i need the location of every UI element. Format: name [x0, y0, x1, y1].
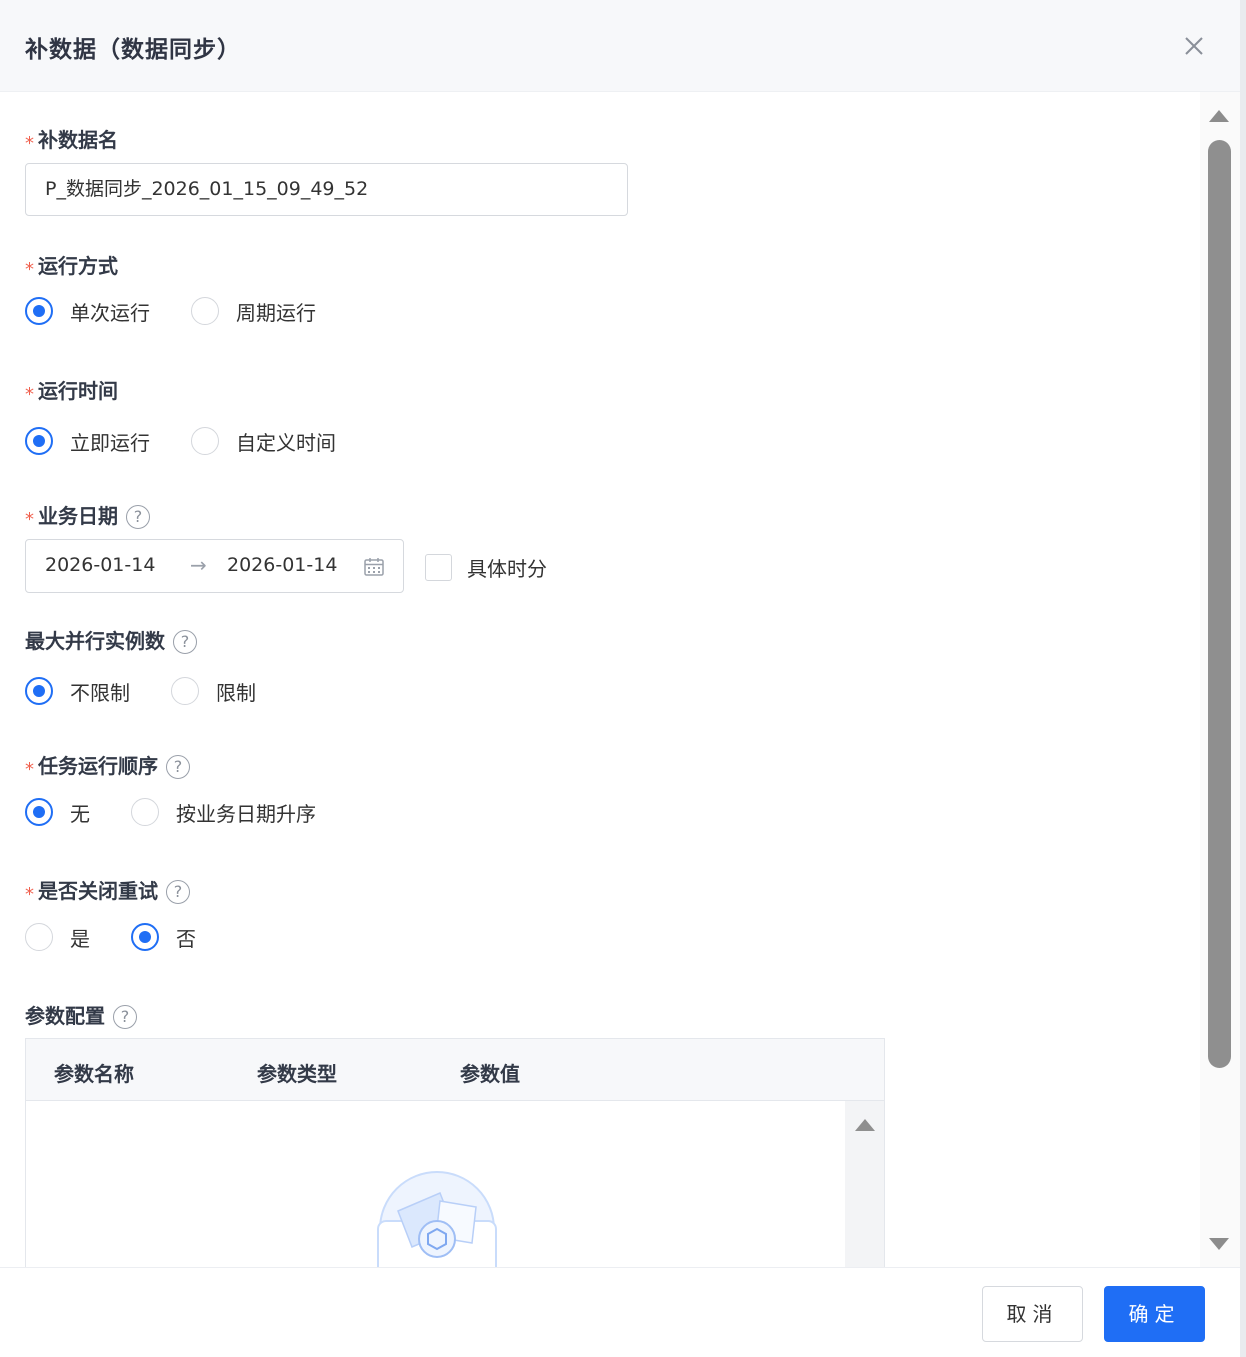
dialog-scrollbar[interactable]: [1200, 92, 1240, 1267]
radio-dot[interactable]: [25, 297, 53, 325]
close-icon[interactable]: [1180, 32, 1208, 60]
radio-dot[interactable]: [191, 427, 219, 455]
help-icon[interactable]: ?: [126, 505, 150, 529]
run-mode-radio-group: 单次运行 周期运行: [25, 296, 316, 326]
business-date-range-picker[interactable]: 2026-01-14 → 2026-01-14: [25, 539, 404, 593]
radio-dot[interactable]: [25, 923, 53, 951]
help-icon[interactable]: ?: [113, 1005, 137, 1029]
label-text: 业务日期: [38, 504, 118, 528]
scroll-up-arrow-icon[interactable]: [855, 1119, 875, 1131]
radio-label: 是: [70, 926, 90, 951]
label-text: 任务运行顺序: [38, 754, 158, 778]
required-mark: *: [25, 509, 34, 530]
radio-dot[interactable]: [25, 677, 53, 705]
radio-label: 自定义时间: [236, 430, 336, 455]
dialog-footer: 取消 确定: [0, 1267, 1240, 1357]
close-retry-radio-group: 是 否: [25, 922, 196, 952]
scrollbar-thumb[interactable]: [1208, 140, 1231, 1068]
radio-limited[interactable]: 限制: [171, 677, 256, 706]
field-label-run-mode: * 运行方式: [25, 250, 118, 280]
radio-none[interactable]: 无: [25, 798, 90, 827]
label-text: 运行时间: [38, 379, 118, 403]
label-text: 最大并行实例数: [25, 629, 165, 653]
required-mark: *: [25, 259, 34, 280]
radio-dot[interactable]: [25, 798, 53, 826]
radio-label: 立即运行: [70, 430, 150, 455]
table-header: 参数名称 参数类型 参数值: [26, 1039, 884, 1101]
arrow-right-icon: →: [190, 553, 207, 577]
field-label-run-time: * 运行时间: [25, 375, 118, 405]
field-label-business-date: * 业务日期?: [25, 500, 150, 530]
params-table: 参数名称 参数类型 参数值: [25, 1038, 885, 1267]
required-mark: *: [25, 759, 34, 780]
radio-by-date-asc[interactable]: 按业务日期升序: [131, 798, 316, 827]
radio-single-run[interactable]: 单次运行: [25, 297, 150, 326]
help-icon[interactable]: ?: [173, 630, 197, 654]
start-date[interactable]: 2026-01-14: [45, 554, 155, 576]
radio-label: 限制: [216, 680, 256, 705]
radio-yes[interactable]: 是: [25, 923, 90, 952]
radio-label: 周期运行: [236, 300, 316, 325]
field-label-params: 参数配置?: [25, 1000, 137, 1029]
dialog-header: 补数据（数据同步）: [0, 0, 1240, 92]
radio-dot[interactable]: [191, 297, 219, 325]
field-label-max-parallel: 最大并行实例数?: [25, 625, 197, 654]
label-text: 运行方式: [38, 254, 118, 278]
radio-dot[interactable]: [131, 798, 159, 826]
column-header: 参数名称: [54, 1062, 134, 1086]
max-parallel-radio-group: 不限制 限制: [25, 676, 256, 706]
calendar-icon[interactable]: [363, 556, 385, 578]
radio-label: 按业务日期升序: [176, 801, 316, 826]
dialog-title: 补数据（数据同步）: [25, 37, 241, 63]
table-scrollbar[interactable]: [845, 1101, 884, 1267]
specific-time-label: 具体时分: [467, 557, 547, 581]
end-date[interactable]: 2026-01-14: [227, 554, 337, 576]
label-text: 是否关闭重试: [38, 879, 158, 903]
help-icon[interactable]: ?: [166, 880, 190, 904]
required-mark: *: [25, 884, 34, 905]
column-header: 参数值: [460, 1062, 520, 1086]
help-icon[interactable]: ?: [166, 755, 190, 779]
label-text: 补数据名: [38, 128, 118, 152]
specific-time-checkbox[interactable]: [425, 554, 452, 581]
column-header: 参数类型: [257, 1062, 337, 1086]
radio-dot[interactable]: [171, 677, 199, 705]
label-text: 参数配置: [25, 1004, 105, 1028]
run-time-radio-group: 立即运行 自定义时间: [25, 426, 336, 456]
dialog-body: * 补数据名 P_数据同步_2026_01_15_09_49_52 * 运行方式 单…: [0, 92, 1200, 1267]
radio-label: 单次运行: [70, 300, 150, 325]
task-order-radio-group: 无 按业务日期升序: [25, 797, 316, 827]
radio-label: 不限制: [70, 680, 130, 705]
radio-dot[interactable]: [25, 427, 53, 455]
radio-unlimited[interactable]: 不限制: [25, 677, 130, 706]
empty-state-icon: [377, 1171, 497, 1267]
radio-label: 否: [176, 926, 196, 951]
field-label-close-retry: * 是否关闭重试?: [25, 875, 190, 905]
name-input[interactable]: P_数据同步_2026_01_15_09_49_52: [25, 163, 628, 216]
radio-label: 无: [70, 801, 90, 826]
field-label-name: * 补数据名: [25, 124, 118, 154]
radio-no[interactable]: 否: [131, 923, 196, 952]
confirm-button[interactable]: 确定: [1104, 1286, 1205, 1342]
cancel-button[interactable]: 取消: [982, 1286, 1083, 1342]
scroll-down-arrow-icon[interactable]: [1209, 1238, 1229, 1250]
scroll-up-arrow-icon[interactable]: [1209, 110, 1229, 122]
required-mark: *: [25, 133, 34, 154]
radio-periodic-run[interactable]: 周期运行: [191, 297, 316, 326]
dialog-edge: [1240, 0, 1246, 1357]
radio-run-now[interactable]: 立即运行: [25, 427, 150, 456]
radio-custom-time[interactable]: 自定义时间: [191, 427, 336, 456]
radio-dot[interactable]: [131, 923, 159, 951]
required-mark: *: [25, 384, 34, 405]
field-label-task-order: * 任务运行顺序?: [25, 750, 190, 780]
